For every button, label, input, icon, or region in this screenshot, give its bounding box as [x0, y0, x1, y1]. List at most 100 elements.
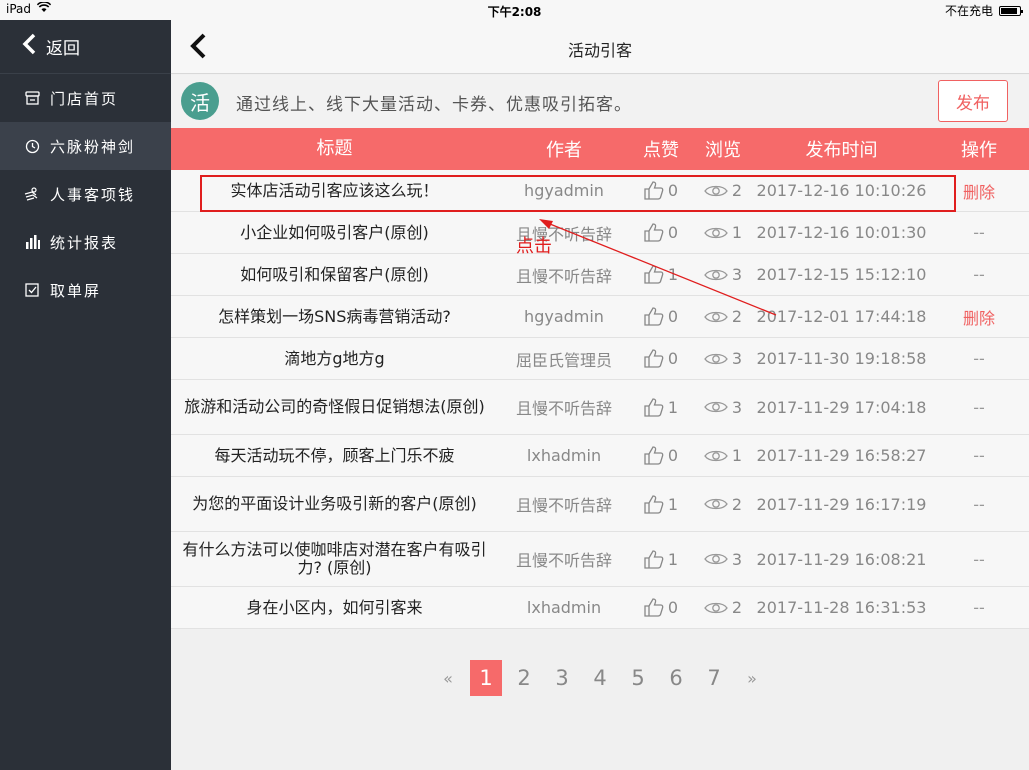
- row-title[interactable]: 滴地方g地方g: [171, 349, 498, 368]
- row-title[interactable]: 身在小区内，如何引客来: [171, 598, 498, 617]
- eye-icon: [704, 449, 728, 463]
- sidebar-item-order-screen[interactable]: 取单屏: [0, 266, 171, 314]
- row-author: hgyadmin: [524, 181, 604, 200]
- row-likes[interactable]: 0: [630, 349, 692, 368]
- table-row[interactable]: 每天活动玩不停，顾客上门乐不疲 lxhadmin 0 1 2017-11-29 16:5…: [171, 435, 1029, 477]
- row-title[interactable]: 旅游和活动公司的奇怪假日促销想法(原创): [171, 398, 498, 416]
- sidebar-item-label: 门店首页: [50, 89, 119, 108]
- row-views: 1: [692, 223, 754, 242]
- page-button[interactable]: 1: [470, 660, 502, 696]
- row-likes[interactable]: 1: [630, 398, 692, 417]
- row-likes[interactable]: 1: [630, 550, 692, 569]
- header-author: 作者: [546, 140, 582, 161]
- row-views: 2: [692, 307, 754, 326]
- row-views: 3: [692, 265, 754, 284]
- row-likes[interactable]: 0: [630, 223, 692, 242]
- table-row[interactable]: 实体店活动引客应该这么玩！ hgyadmin 0 2 2017-12-16 10:10:…: [171, 170, 1029, 212]
- table-row[interactable]: 小企业如何吸引客户(原创) 且慢不听告辞 0 1 2017-12-16 10:01:30…: [171, 212, 1029, 254]
- table-row[interactable]: 有什么方法可以使咖啡店对潜在客户有吸引力? (原创) 且慢不听告辞 1 3 2017-1…: [171, 532, 1029, 587]
- row-title[interactable]: 每天活动玩不停，顾客上门乐不疲: [171, 446, 498, 465]
- table-header: 标题 作者 点赞 浏览 发布时间 操作: [171, 128, 1029, 170]
- page-button[interactable]: 7: [695, 660, 733, 696]
- op-placeholder: --: [973, 349, 985, 368]
- eye-icon: [704, 268, 728, 282]
- row-time: 2017-11-30 19:18:58: [756, 349, 927, 368]
- row-title[interactable]: 怎样策划一场SNS病毒营销活动?: [171, 307, 498, 326]
- thumbs-up-icon: [644, 265, 664, 284]
- page-button[interactable]: 4: [581, 660, 619, 696]
- row-likes[interactable]: 1: [630, 265, 692, 284]
- header-operation: 操作: [961, 140, 997, 161]
- views-count: 3: [731, 549, 743, 569]
- row-likes[interactable]: 0: [630, 598, 692, 617]
- pagination: « 1234567 »: [171, 660, 1029, 696]
- views-count: 2: [731, 307, 743, 326]
- row-title[interactable]: 如何吸引和保留客户(原创): [171, 265, 498, 284]
- views-count: 3: [731, 265, 743, 284]
- clock-icon: [24, 138, 40, 154]
- likes-count: 0: [667, 349, 679, 368]
- activity-badge: 活: [181, 82, 219, 120]
- next-page-button[interactable]: »: [733, 660, 771, 696]
- page-button[interactable]: 3: [543, 660, 581, 696]
- sidebar-item-stats[interactable]: 统计报表: [0, 218, 171, 266]
- row-author: 且慢不听告辞: [515, 551, 612, 570]
- row-views: 2: [692, 495, 754, 514]
- views-count: 2: [731, 598, 743, 617]
- eye-icon: [704, 310, 728, 324]
- op-placeholder: --: [973, 598, 985, 617]
- row-author: 且慢不听告辞: [515, 266, 612, 286]
- row-title[interactable]: 实体店活动引客应该这么玩！: [171, 181, 498, 200]
- row-likes[interactable]: 0: [630, 446, 692, 465]
- row-time: 2017-12-16 10:10:26: [756, 181, 927, 200]
- eye-icon: [704, 601, 728, 615]
- row-time: 2017-11-28 16:31:53: [756, 598, 927, 617]
- page-button[interactable]: 5: [619, 660, 657, 696]
- page-button[interactable]: 2: [505, 660, 543, 696]
- row-time: 2017-11-29 16:58:27: [756, 446, 927, 465]
- sidebar-item-liumai[interactable]: 六脉粉神剑: [0, 122, 171, 170]
- header-likes: 点赞: [643, 140, 679, 161]
- chevron-left-icon: [22, 33, 36, 60]
- op-placeholder: --: [973, 397, 985, 417]
- header-views: 浏览: [705, 140, 741, 161]
- table-row[interactable]: 怎样策划一场SNS病毒营销活动? hgyadmin 0 2 2017-12-01 17:…: [171, 296, 1029, 338]
- sidebar-back-button[interactable]: 返回: [0, 20, 171, 74]
- charging-status: 不在充电: [944, 4, 993, 18]
- prev-page-button[interactable]: «: [429, 660, 467, 696]
- row-author: lxhadmin: [526, 598, 602, 617]
- views-count: 3: [731, 349, 743, 368]
- row-likes[interactable]: 0: [630, 181, 692, 200]
- row-title[interactable]: 有什么方法可以使咖啡店对潜在客户有吸引力? (原创): [171, 541, 498, 577]
- row-likes[interactable]: 1: [630, 495, 692, 514]
- row-time: 2017-11-29 16:17:19: [756, 494, 927, 514]
- table-row[interactable]: 为您的平面设计业务吸引新的客户(原创) 且慢不听告辞 1 2 2017-11-29 16…: [171, 477, 1029, 532]
- views-count: 3: [731, 397, 743, 417]
- row-title[interactable]: 为您的平面设计业务吸引新的客户(原创): [171, 495, 498, 513]
- row-views: 2: [692, 598, 754, 617]
- views-count: 2: [731, 181, 743, 200]
- row-likes[interactable]: 0: [630, 307, 692, 326]
- thumbs-up-icon: [644, 349, 664, 368]
- views-count: 1: [731, 446, 743, 465]
- publish-button[interactable]: 发布: [938, 80, 1008, 122]
- row-time: 2017-11-29 16:08:21: [756, 549, 927, 569]
- views-count: 1: [731, 223, 743, 242]
- page-button[interactable]: 6: [657, 660, 695, 696]
- table-row[interactable]: 滴地方g地方g 屈臣氏管理员 0 3 2017-11-30 19:18:58 --: [171, 338, 1029, 380]
- eye-icon: [704, 184, 728, 198]
- table-row[interactable]: 旅游和活动公司的奇怪假日促销想法(原创) 且慢不听告辞 1 3 2017-11-29 1…: [171, 380, 1029, 435]
- likes-count: 1: [667, 549, 679, 569]
- sidebar-item-personnel[interactable]: 人事客项钱: [0, 170, 171, 218]
- likes-count: 0: [667, 181, 679, 200]
- row-time: 2017-12-15 15:12:10: [756, 265, 927, 284]
- sidebar-item-label: 人事客项钱: [50, 185, 136, 204]
- table-row[interactable]: 如何吸引和保留客户(原创) 且慢不听告辞 1 3 2017-12-15 15:12:10…: [171, 254, 1029, 296]
- row-views: 3: [692, 349, 754, 368]
- row-title[interactable]: 小企业如何吸引客户(原创): [171, 223, 498, 242]
- status-bar: iPad 下午2:08 不在充电: [0, 0, 1029, 20]
- sidebar-item-store-home[interactable]: 门店首页: [0, 74, 171, 122]
- table-row[interactable]: 身在小区内，如何引客来 lxhadmin 0 2 2017-11-28 16:31:53…: [171, 587, 1029, 629]
- delete-button[interactable]: 删除: [929, 179, 1029, 203]
- delete-button[interactable]: 删除: [929, 305, 1029, 329]
